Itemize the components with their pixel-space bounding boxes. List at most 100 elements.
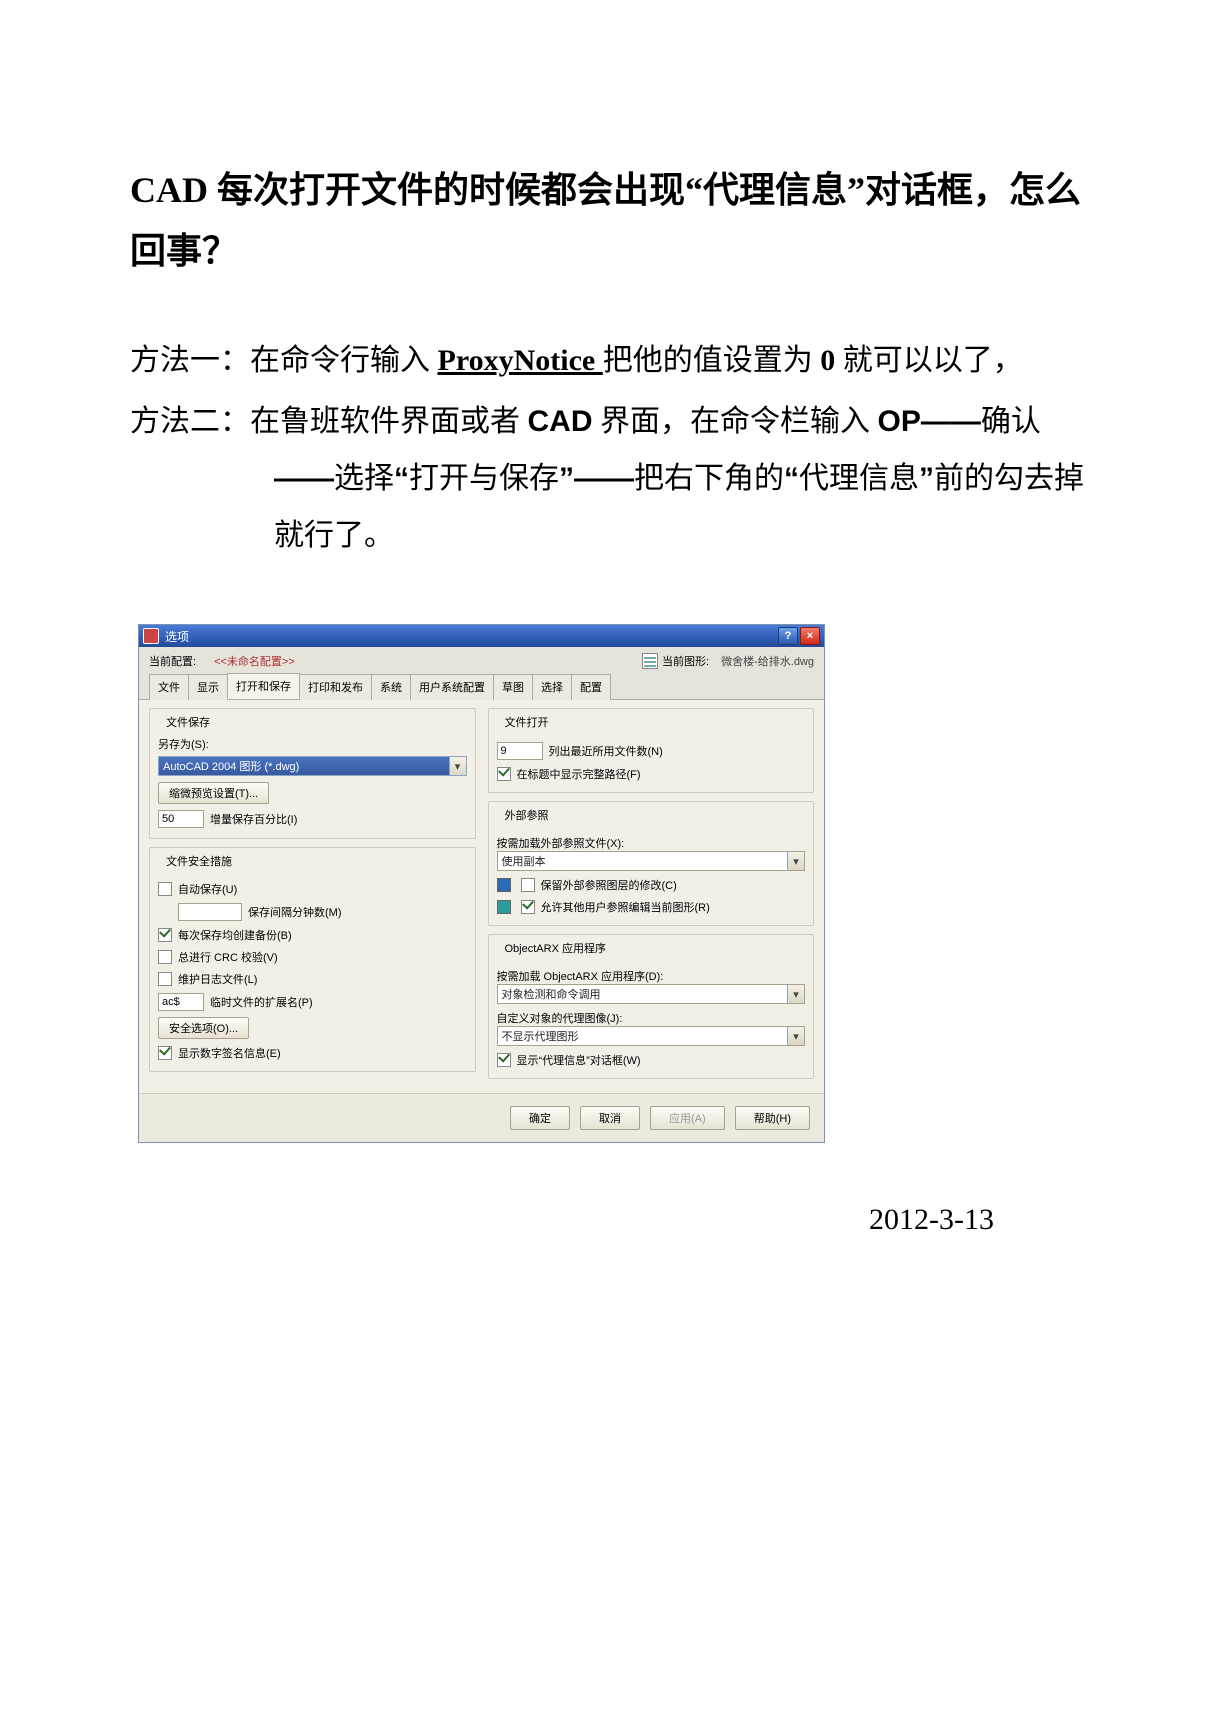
file-safety-group-title: 文件安全措施 <box>162 853 236 869</box>
recent-count-input[interactable]: 9 <box>497 742 543 760</box>
xref-load-select[interactable]: 使用副本 ▾ <box>497 851 806 871</box>
objectarx-group-title: ObjectARX 应用程序 <box>501 940 610 956</box>
tab-bar: 文件 显示 打开和保存 打印和发布 系统 用户系统配置 草图 选择 配置 <box>139 673 824 700</box>
xref-group-title: 外部参照 <box>501 807 553 823</box>
close-button[interactable]: × <box>800 627 820 645</box>
method2-a: 界面，在命令栏输入 <box>593 405 878 438</box>
method1-prefix: 方法一：在命令行输入 <box>130 344 438 377</box>
options-dialog: 选项 ? × 当前配置: <<未命名配置>> 当前图形: 微舍楼-给排水.dwg… <box>138 624 825 1143</box>
method2-para: 方法二：在鲁班软件界面或者 CAD 界面，在命令栏输入 OP——确认——选择“打… <box>130 393 1084 564</box>
recent-count-label: 列出最近所用文件数(N) <box>549 743 663 759</box>
xref-retain-label: 保留外部参照图层的修改(C) <box>541 877 677 893</box>
xref-allow-edit-checkbox[interactable] <box>521 900 535 914</box>
method2-q2: ”—— <box>559 462 634 495</box>
method2-op: OP—— <box>878 405 981 438</box>
method1-value: 0 <box>820 344 835 377</box>
xref-load-value: 使用副本 <box>502 853 788 869</box>
saveas-value: AutoCAD 2004 图形 (*.dwg) <box>163 758 449 774</box>
objectarx-group: ObjectARX 应用程序 按需加载 ObjectARX 应用程序(D): 对… <box>488 934 815 1079</box>
xref-retain-checkbox[interactable] <box>521 878 535 892</box>
method2-prefix: 方法二：在鲁班软件界面或者 <box>130 405 528 438</box>
current-drawing-label-text: 当前图形: <box>662 653 709 669</box>
tab-system[interactable]: 系统 <box>371 674 411 700</box>
thumbnail-settings-button[interactable]: 缩微预览设置(T)... <box>158 782 269 804</box>
current-drawing-value: 微舍楼-给排水.dwg <box>721 653 814 669</box>
ok-button[interactable]: 确定 <box>510 1106 570 1130</box>
dialog-footer: 确定 取消 应用(A) 帮助(H) <box>139 1093 824 1142</box>
dialog-title: 选项 <box>165 628 776 645</box>
file-safety-group: 文件安全措施 自动保存(U) 保存间隔分钟数(M) 每次保存均创建备份(B) <box>149 847 476 1072</box>
saveas-label: 另存为(S): <box>158 736 467 752</box>
save-interval-input[interactable] <box>178 903 242 921</box>
auto-save-checkbox[interactable] <box>158 882 172 896</box>
method2-c: 选择 <box>334 462 394 495</box>
incremental-save-input[interactable]: 50 <box>158 810 204 828</box>
digsig-label: 显示数字签名信息(E) <box>178 1045 281 1061</box>
method2-d: 把右下角的 <box>634 462 784 495</box>
method2-d1: —— <box>274 462 334 495</box>
options-dialog-screenshot: 选项 ? × 当前配置: <<未命名配置>> 当前图形: 微舍楼-给排水.dwg… <box>138 624 1084 1143</box>
chevron-down-icon: ▾ <box>449 757 466 775</box>
chevron-down-icon: ▾ <box>787 852 804 870</box>
file-open-group: 文件打开 9 列出最近所用文件数(N) 在标题中显示完整路径(F) <box>488 708 815 793</box>
security-options-button[interactable]: 安全选项(O)... <box>158 1017 249 1039</box>
method1-command: ProxyNotice <box>438 344 603 377</box>
help-button[interactable]: 帮助(H) <box>735 1106 810 1130</box>
method2-q4: ” <box>919 462 934 495</box>
proxy-image-select[interactable]: 不显示代理图形 ▾ <box>497 1026 806 1046</box>
current-config-value: <<未命名配置>> <box>208 653 630 669</box>
tab-open-save[interactable]: 打开和保存 <box>227 673 300 699</box>
log-checkbox[interactable] <box>158 972 172 986</box>
method2-cad: CAD <box>528 405 593 438</box>
current-drawing-label: 当前图形: <box>642 653 709 669</box>
config-row: 当前配置: <<未命名配置>> 当前图形: 微舍楼-给排水.dwg <box>139 647 824 673</box>
tab-select[interactable]: 选择 <box>532 674 572 700</box>
tab-user-prefs[interactable]: 用户系统配置 <box>410 674 494 700</box>
doc-title: CAD 每次打开文件的时候都会出现“代理信息”对话框，怎么回事？ <box>130 160 1084 282</box>
temp-ext-label: 临时文件的扩展名(P) <box>210 994 313 1010</box>
tab-file[interactable]: 文件 <box>149 674 189 700</box>
bak-checkbox[interactable] <box>158 928 172 942</box>
bak-label: 每次保存均创建备份(B) <box>178 927 292 943</box>
xref-load-label: 按需加载外部参照文件(X): <box>497 835 806 851</box>
temp-ext-input[interactable]: ac$ <box>158 993 204 1011</box>
cancel-button[interactable]: 取消 <box>580 1106 640 1130</box>
method1-suffix: 就可以以了， <box>835 344 1023 377</box>
file-save-group-title: 文件保存 <box>162 714 214 730</box>
proxy-image-value: 不显示代理图形 <box>502 1028 788 1044</box>
apply-button[interactable]: 应用(A) <box>650 1106 725 1130</box>
color-icon <box>497 900 511 914</box>
doc-date: 2012-3-13 <box>130 1203 1084 1237</box>
xref-group: 外部参照 按需加载外部参照文件(X): 使用副本 ▾ 保留外部参照图层的修改(C… <box>488 801 815 926</box>
app-icon <box>143 628 159 644</box>
log-label: 维护日志文件(L) <box>178 971 257 987</box>
arx-load-select[interactable]: 对象检测和命令调用 ▾ <box>497 984 806 1004</box>
show-proxy-dialog-checkbox[interactable] <box>497 1053 511 1067</box>
file-save-group: 文件保存 另存为(S): AutoCAD 2004 图形 (*.dwg) ▾ 缩… <box>149 708 476 839</box>
method1-para: 方法一：在命令行输入 ProxyNotice 把他的值设置为 0 就可以以了， <box>130 332 1084 389</box>
method1-mid: 把他的值设置为 <box>603 344 821 377</box>
chevron-down-icon: ▾ <box>787 985 804 1003</box>
method2-q1: “ <box>394 462 409 495</box>
arx-load-label: 按需加载 ObjectARX 应用程序(D): <box>497 968 806 984</box>
digsig-checkbox[interactable] <box>158 1046 172 1060</box>
tab-profile[interactable]: 配置 <box>571 674 611 700</box>
proxy-image-label: 自定义对象的代理图像(J): <box>497 1010 806 1026</box>
chevron-down-icon: ▾ <box>787 1027 804 1045</box>
saveas-select[interactable]: AutoCAD 2004 图形 (*.dwg) ▾ <box>158 756 467 776</box>
method2-q3: “ <box>784 462 799 495</box>
crc-checkbox[interactable] <box>158 950 172 964</box>
tab-plot[interactable]: 打印和发布 <box>299 674 372 700</box>
auto-save-label: 自动保存(U) <box>178 881 237 897</box>
fullpath-checkbox[interactable] <box>497 767 511 781</box>
method2-b: 确认 <box>981 405 1041 438</box>
dialog-titlebar[interactable]: 选项 ? × <box>139 625 824 647</box>
drawing-icon <box>642 653 658 669</box>
help-button[interactable]: ? <box>778 627 798 645</box>
show-proxy-dialog-label: 显示“代理信息”对话框(W) <box>517 1052 641 1068</box>
arx-load-value: 对象检测和命令调用 <box>502 986 788 1002</box>
tab-display[interactable]: 显示 <box>188 674 228 700</box>
method2-open: 打开与保存 <box>409 462 559 495</box>
current-config-label: 当前配置: <box>149 653 196 669</box>
tab-draft[interactable]: 草图 <box>493 674 533 700</box>
